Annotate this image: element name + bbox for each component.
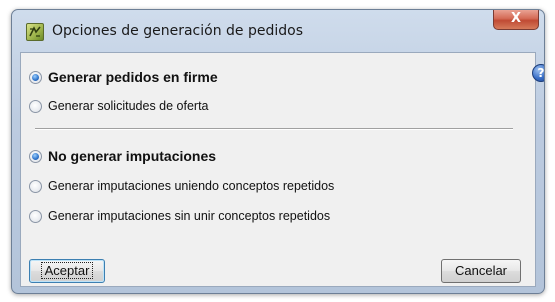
dialog-body: ? Generar pedidos en firme Generar solic…: [20, 52, 544, 287]
radio-generar-pedidos-en-firme[interactable]: Generar pedidos en firme: [29, 67, 218, 87]
radio-imputaciones-uniendo[interactable]: Generar imputaciones uniendo conceptos r…: [29, 176, 334, 196]
app-document-icon: [26, 23, 44, 41]
radio-label: Generar imputaciones uniendo conceptos r…: [48, 179, 335, 193]
accept-button[interactable]: Aceptar: [29, 259, 105, 283]
radio-imputaciones-sin-unir[interactable]: Generar imputaciones sin unir conceptos …: [29, 206, 330, 226]
close-button[interactable]: X: [493, 10, 539, 30]
window-title: Opciones de generación de pedidos: [52, 23, 304, 39]
radio-button[interactable]: [29, 209, 42, 223]
accept-button-label: Aceptar: [40, 262, 94, 279]
dialog-window: Opciones de generación de pedidos X ? Ge…: [11, 9, 545, 294]
radio-label: Generar solicitudes de oferta: [48, 99, 209, 113]
radio-generar-solicitudes-de-oferta[interactable]: Generar solicitudes de oferta: [29, 96, 209, 116]
help-question-icon[interactable]: ?: [532, 64, 544, 82]
radio-button-checked[interactable]: [29, 70, 42, 84]
radio-button-checked[interactable]: [29, 149, 42, 163]
cancel-button[interactable]: Cancelar: [441, 259, 521, 283]
radio-no-generar-imputaciones[interactable]: No generar imputaciones: [29, 146, 216, 166]
radio-button[interactable]: [29, 99, 42, 113]
group-separator: [35, 128, 513, 130]
radio-label: Generar imputaciones sin unir conceptos …: [48, 209, 331, 223]
title-bar[interactable]: Opciones de generación de pedidos X: [12, 10, 544, 50]
radio-label: No generar imputaciones: [48, 148, 217, 164]
radio-label: Generar pedidos en firme: [48, 69, 218, 85]
cancel-button-label: Cancelar: [454, 263, 508, 278]
radio-button[interactable]: [29, 179, 42, 193]
